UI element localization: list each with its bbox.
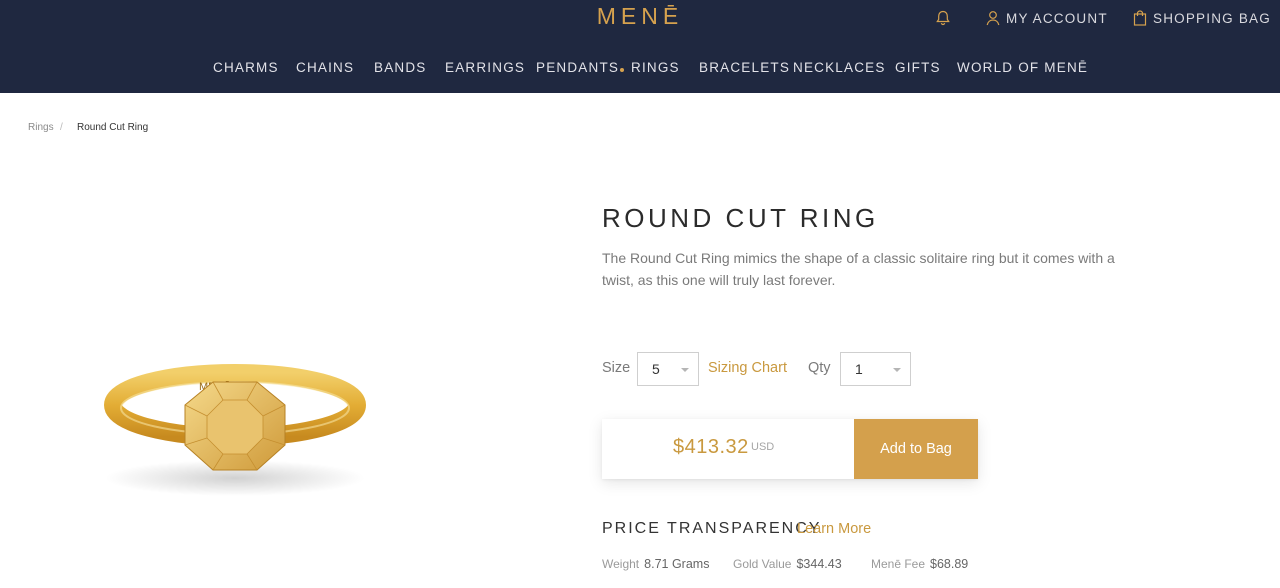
gold-value-label: Gold Value bbox=[733, 557, 792, 571]
product-description: The Round Cut Ring mimics the shape of a… bbox=[602, 250, 1115, 288]
weight-stat: Weight 8.71 Grams bbox=[602, 555, 709, 573]
breadcrumb-separator: / bbox=[60, 122, 63, 133]
qty-select[interactable]: 1 bbox=[840, 352, 911, 386]
mene-fee-label: Menē Fee bbox=[871, 557, 926, 571]
shopping-bag-icon bbox=[1133, 10, 1147, 26]
sizing-chart-link[interactable]: Sizing Chart bbox=[708, 360, 787, 376]
gold-value-amount: $344.43 bbox=[796, 557, 842, 571]
size-select[interactable]: 5 bbox=[637, 352, 699, 386]
site-header: MENĒ MY ACCOUNT SHOPPING BAG CHARMS CHAI… bbox=[0, 0, 1280, 93]
bell-icon[interactable] bbox=[935, 10, 951, 26]
nav-item-gifts[interactable]: GIFTS bbox=[895, 60, 941, 75]
mene-fee-stat: Menē Fee $68.89 bbox=[871, 555, 968, 573]
my-account-link[interactable]: MY ACCOUNT bbox=[986, 10, 1108, 26]
product-price: $413.32 bbox=[673, 436, 749, 458]
main-nav: CHARMS CHAINS BANDS EARRINGS PENDANTS RI… bbox=[0, 46, 1280, 93]
nav-item-necklaces[interactable]: NECKLACES bbox=[793, 60, 886, 75]
add-to-bag-button[interactable]: Add to Bag bbox=[854, 419, 978, 479]
nav-item-chains[interactable]: CHAINS bbox=[296, 60, 354, 75]
qty-value: 1 bbox=[855, 361, 863, 377]
breadcrumb-current: Round Cut Ring bbox=[77, 122, 149, 133]
nav-item-charms[interactable]: CHARMS bbox=[213, 60, 279, 75]
my-account-label: MY ACCOUNT bbox=[1006, 10, 1108, 26]
price-transparency-title: PRICE TRANSPARENCY bbox=[602, 520, 822, 537]
size-value: 5 bbox=[652, 361, 660, 377]
gold-value-stat: Gold Value $344.43 bbox=[733, 555, 842, 573]
weight-value: 8.71 Grams bbox=[644, 557, 710, 571]
nav-item-bracelets[interactable]: BRACELETS bbox=[699, 60, 790, 75]
nav-item-bands[interactable]: BANDS bbox=[374, 60, 427, 75]
nav-item-world-of-mene[interactable]: WORLD OF MENĒ bbox=[957, 60, 1088, 75]
qty-label: Qty bbox=[808, 360, 831, 376]
breadcrumb-rings[interactable]: Rings bbox=[28, 122, 54, 133]
nav-item-earrings[interactable]: EARRINGS bbox=[445, 60, 525, 75]
price-box: $413.32 USD Add to Bag bbox=[602, 419, 978, 479]
shopping-bag-link[interactable]: SHOPPING BAG bbox=[1133, 10, 1271, 26]
chevron-down-icon bbox=[893, 368, 901, 372]
nav-item-rings[interactable]: RINGS bbox=[631, 60, 680, 75]
product-title: ROUND CUT RING bbox=[602, 203, 879, 233]
learn-more-link[interactable]: Learn More bbox=[797, 521, 871, 537]
price-currency: USD bbox=[751, 441, 775, 453]
shopping-bag-label: SHOPPING BAG bbox=[1153, 10, 1271, 26]
brand-logo[interactable]: MENĒ bbox=[592, 3, 688, 30]
mene-fee-value: $68.89 bbox=[930, 557, 969, 571]
nav-item-pendants[interactable]: PENDANTS bbox=[536, 60, 619, 75]
user-icon bbox=[986, 11, 1000, 26]
active-nav-indicator bbox=[620, 68, 624, 72]
chevron-down-icon bbox=[681, 368, 689, 372]
size-label: Size bbox=[602, 360, 631, 376]
product-image: MENĒ 24K bbox=[104, 364, 366, 496]
weight-label: Weight bbox=[602, 557, 640, 571]
